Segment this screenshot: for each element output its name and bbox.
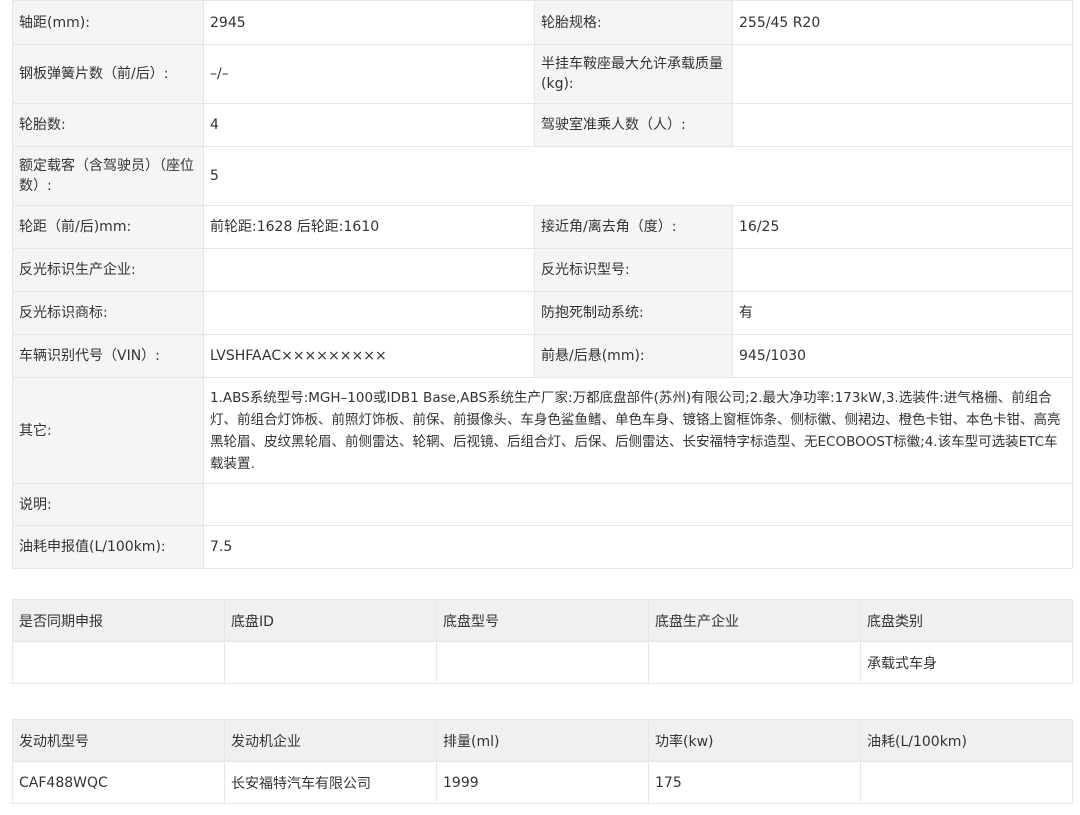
vehicle-spec-table: 轴距(mm): 2945 轮胎规格: 255/45 R20 钢板弹簧片数（前/后… [12,0,1073,569]
reflector-model-value [732,248,1073,292]
engine-table-header: 发动机型号 发动机企业 排量(ml) 功率(kw) 油耗(L/100km) [12,719,1073,762]
spec-row-note: 说明: [12,483,1073,526]
wheelbase-value: 2945 [203,0,535,45]
leaf-spring-value: –/– [203,44,535,104]
fuel-label: 油耗申报值(L/100km): [12,525,204,569]
leaf-spring-label: 钢板弹簧片数（前/后）: [12,44,204,104]
table-cell [436,641,649,684]
spec-row-wheelbase: 轴距(mm): 2945 轮胎规格: 255/45 R20 [12,0,1073,45]
spec-row-tire-count: 轮胎数: 4 驾驶室准乘人数（人）: [12,103,1073,147]
note-value [203,483,1073,526]
saddle-load-label: 半挂车鞍座最大允许承载质量(kg): [534,44,733,104]
column-header: 发动机型号 [12,719,225,762]
reflector-brand-value [203,291,535,335]
saddle-load-value [732,44,1073,104]
spec-row-track: 轮距（前/后)mm: 前轮距:1628 后轮距:1610 接近角/离去角（度）:… [12,205,1073,249]
table-cell [12,641,225,684]
spec-row-fuel: 油耗申报值(L/100km): 7.5 [12,525,1073,569]
vin-label: 车辆识别代号（VIN）: [12,334,204,378]
reflector-maker-value [203,248,535,292]
spec-row-vin: 车辆识别代号（VIN）: LVSHFAAC××××××××× 前悬/后悬(mm)… [12,334,1073,378]
table-cell: 长安福特汽车有限公司 [224,761,437,804]
reflector-model-label: 反光标识型号: [534,248,733,292]
column-header: 油耗(L/100km) [860,719,1073,762]
overhang-value: 945/1030 [732,334,1073,378]
reflector-brand-label: 反光标识商标: [12,291,204,335]
cab-seats-value [732,103,1073,147]
tire-count-label: 轮胎数: [12,103,204,147]
tire-spec-label: 轮胎规格: [534,0,733,45]
chassis-table: 是否同期申报 底盘ID 底盘型号 底盘生产企业 底盘类别 承载式车身 [12,599,1073,684]
reflector-maker-label: 反光标识生产企业: [12,248,204,292]
chassis-table-header: 是否同期申报 底盘ID 底盘型号 底盘生产企业 底盘类别 [12,599,1073,642]
fuel-value: 7.5 [203,525,1073,569]
column-header: 底盘ID [224,599,437,642]
column-header: 底盘型号 [436,599,649,642]
track-value: 前轮距:1628 后轮距:1610 [203,205,535,249]
approach-angle-label: 接近角/离去角（度）: [534,205,733,249]
tire-spec-value: 255/45 R20 [732,0,1073,45]
column-header: 是否同期申报 [12,599,225,642]
vin-value: LVSHFAAC××××××××× [203,334,535,378]
table-cell: 承载式车身 [860,641,1073,684]
table-cell: CAF488WQC [12,761,225,804]
table-row: 承载式车身 [12,641,1073,684]
column-header: 排量(ml) [436,719,649,762]
table-cell: 1999 [436,761,649,804]
table-cell [224,641,437,684]
table-cell: 175 [648,761,861,804]
overhang-label: 前悬/后悬(mm): [534,334,733,378]
other-label: 其它: [12,377,204,484]
spec-row-reflector-brand: 反光标识商标: 防抱死制动系统: 有 [12,291,1073,335]
column-header: 功率(kw) [648,719,861,762]
abs-label: 防抱死制动系统: [534,291,733,335]
spec-row-rated-passengers: 额定载客（含驾驶员）（座位数）: 5 [12,146,1073,206]
spec-row-other: 其它: 1.ABS系统型号:MGH–100或IDB1 Base,ABS系统生产厂… [12,377,1073,484]
engine-table: 发动机型号 发动机企业 排量(ml) 功率(kw) 油耗(L/100km) CA… [12,719,1073,804]
spec-row-reflector-maker: 反光标识生产企业: 反光标识型号: [12,248,1073,292]
table-cell [648,641,861,684]
column-header: 底盘类别 [860,599,1073,642]
note-label: 说明: [12,483,204,526]
column-header: 底盘生产企业 [648,599,861,642]
tire-count-value: 4 [203,103,535,147]
rated-passengers-label: 额定载客（含驾驶员）（座位数）: [12,146,204,206]
track-label: 轮距（前/后)mm: [12,205,204,249]
approach-angle-value: 16/25 [732,205,1073,249]
wheelbase-label: 轴距(mm): [12,0,204,45]
spec-row-leaf-spring: 钢板弹簧片数（前/后）: –/– 半挂车鞍座最大允许承载质量(kg): [12,44,1073,104]
cab-seats-label: 驾驶室准乘人数（人）: [534,103,733,147]
other-value: 1.ABS系统型号:MGH–100或IDB1 Base,ABS系统生产厂家:万都… [203,377,1073,484]
table-cell [860,761,1073,804]
table-row: CAF488WQC 长安福特汽车有限公司 1999 175 [12,761,1073,804]
abs-value: 有 [732,291,1073,335]
column-header: 发动机企业 [224,719,437,762]
rated-passengers-value: 5 [203,146,1073,206]
